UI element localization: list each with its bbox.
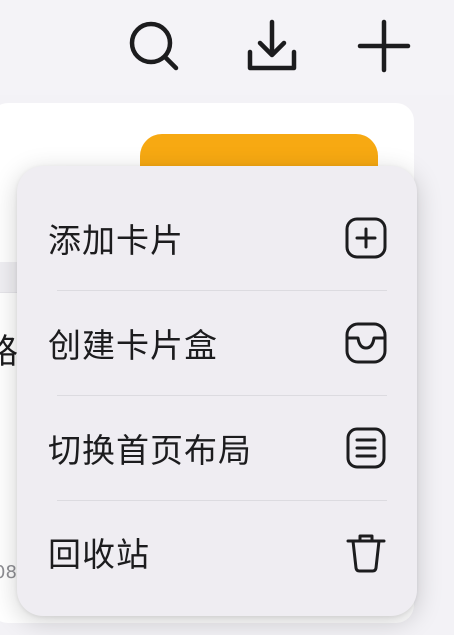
add-button[interactable]: [352, 14, 416, 78]
menu-item-create-card-box[interactable]: 创建卡片盒: [17, 291, 417, 395]
trash-icon: [343, 529, 389, 575]
tray-icon: [343, 320, 389, 366]
menu-item-label: 切换首页布局: [48, 431, 252, 470]
menu-item-switch-layout[interactable]: 切换首页布局: [17, 396, 417, 500]
add-square-icon: [343, 215, 389, 261]
plus-icon: [354, 16, 414, 76]
list-icon: [343, 425, 389, 471]
menu-item-label: 创建卡片盒: [48, 326, 218, 365]
background-partial-title: 路: [0, 332, 18, 372]
download-icon: [242, 16, 302, 76]
menu-item-recycle-bin[interactable]: 回收站: [17, 500, 417, 604]
search-icon: [124, 16, 184, 76]
popup-menu: 添加卡片 创建卡片盒 切换首页布局 回收站: [17, 166, 417, 616]
background-partial-number: 08: [0, 562, 17, 583]
search-button[interactable]: [122, 14, 186, 78]
download-button[interactable]: [240, 14, 304, 78]
menu-item-label: 回收站: [48, 535, 150, 574]
top-toolbar: [0, 0, 454, 95]
menu-item-add-card[interactable]: 添加卡片: [17, 186, 417, 290]
menu-item-label: 添加卡片: [48, 221, 184, 260]
